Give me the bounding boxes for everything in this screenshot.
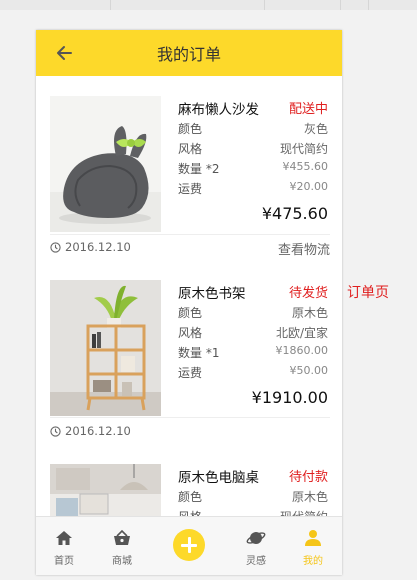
shipping-fee: ¥50.00 [289,364,329,377]
product-image-desk[interactable] [50,464,161,516]
order-total: ¥475.60 [261,204,328,223]
order-date: 2016.12.10 [65,424,131,438]
color-label: 颜色 [178,122,203,136]
style-value: 北欧/宜家 [275,326,328,340]
order-item[interactable]: 原木色书架 待发货 颜色 原木色 风格 北欧/宜家 数量 *1 ¥1860.00… [50,270,330,416]
strip-divider [110,0,111,10]
style-label: 风格 [178,142,203,156]
order-list[interactable]: 麻布懒人沙发 配送中 颜色 灰色 风格 现代简约 数量 *2 ¥455.60 运… [36,76,342,516]
order-item[interactable]: 原木色电脑桌 待付款 颜色 原木色 风格 现代简约 [50,454,330,516]
color-value: 原木色 [291,490,328,504]
style-value: 现代简约 [279,142,328,156]
unit-price: ¥1860.00 [275,344,329,357]
strip-divider [368,0,369,10]
shipping-label: 运费 [178,182,203,196]
product-name: 原木色书架 [178,286,246,302]
order-total: ¥1910.00 [251,388,328,407]
style-label: 风格 [178,508,202,516]
tab-mine[interactable]: 我的 [287,517,339,575]
order-info: 麻布懒人沙发 配送中 颜色 灰色 风格 现代简约 数量 *2 ¥455.60 运… [178,98,329,223]
quantity-label: 数量 *2 [178,162,220,176]
strip-divider [264,0,265,10]
order-meta: 2016.12.10 [50,422,330,440]
clock-icon [50,425,61,437]
product-image-bookshelf[interactable] [50,280,161,416]
color-label: 颜色 [178,490,203,504]
color-value: 原木色 [291,306,328,320]
order-status: 待付款 [288,470,328,485]
order-item[interactable]: 麻布懒人沙发 配送中 颜色 灰色 风格 现代简约 数量 *2 ¥455.60 运… [50,86,330,232]
tab-label: 商城 [112,556,132,567]
tab-label: 灵感 [246,556,266,567]
order-status: 配送中 [288,102,328,117]
browser-top-strip [0,0,417,10]
product-name: 原木色电脑桌 [178,470,259,486]
divider [50,417,330,418]
clock-icon [50,241,61,253]
quantity-label: 数量 *1 [178,346,220,360]
add-button[interactable] [173,529,205,561]
page-title: 我的订单 [156,45,221,64]
basket-icon [114,529,130,545]
order-info: 原木色电脑桌 待付款 颜色 原木色 风格 现代简约 [178,466,328,516]
user-icon [305,530,321,546]
color-value: 灰色 [303,122,328,136]
style-label: 风格 [178,326,203,340]
product-image-sofa[interactable] [50,96,161,232]
order-info: 原木色书架 待发货 颜色 原木色 风格 北欧/宜家 数量 *1 ¥1860.00… [178,282,329,407]
tab-label: 我的 [303,556,323,567]
planet-icon [246,532,266,544]
plus-icon [187,537,191,553]
track-logistics-link[interactable]: 查看物流 [278,239,330,258]
order-status: 待发货 [288,286,328,301]
tab-home[interactable]: 首页 [38,517,90,575]
order-date-wrap: 2016.12.10 [50,240,131,254]
phone-screen: 我的订单 麻布懒人沙发 配送中 颜色 灰色 风格 现代简约 数量 *2 ¥455… [36,30,342,575]
product-name: 麻布懒人沙发 [178,102,259,118]
unit-price: ¥455.60 [282,160,329,173]
tab-inspiration[interactable]: 灵感 [230,517,282,575]
tab-mall[interactable]: 商城 [96,517,148,575]
strip-divider [340,0,341,10]
style-value: 现代简约 [280,508,328,516]
order-date-wrap: 2016.12.10 [50,424,131,438]
order-date: 2016.12.10 [65,240,131,254]
home-icon [56,531,72,545]
bottom-tab-bar: 首页 商城 灵感 我的 [36,516,342,575]
color-label: 颜色 [178,306,203,320]
page-annotation: 订单页 [347,285,389,301]
back-arrow-icon[interactable] [56,45,72,61]
shipping-fee: ¥20.00 [289,180,329,193]
tab-label: 首页 [54,556,74,567]
shipping-label: 运费 [178,366,203,380]
order-meta: 2016.12.10 查看物流 [50,238,330,258]
app-header: 我的订单 [36,30,342,76]
divider [50,234,330,235]
